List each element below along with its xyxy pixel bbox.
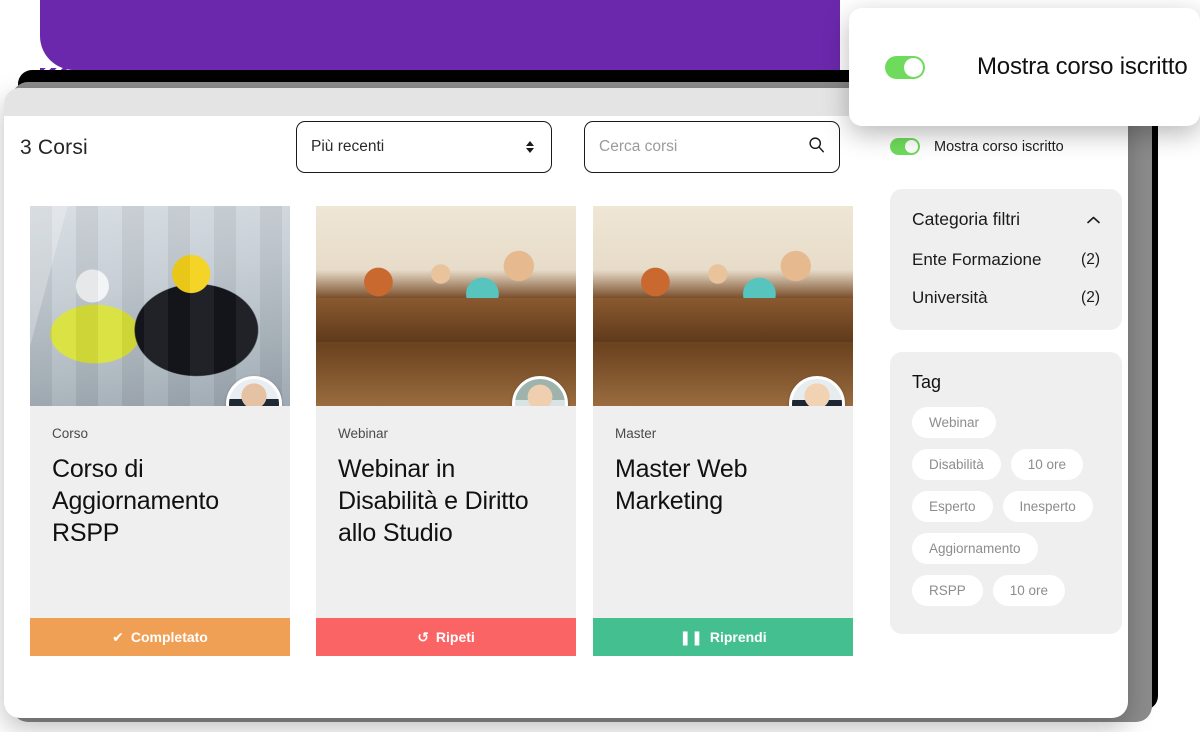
category-filters-title: Categoria filtri: [912, 209, 1020, 229]
search-icon[interactable]: [808, 136, 825, 158]
tag-chip[interactable]: Inesperto: [1002, 491, 1093, 522]
filter-item-label: Università: [912, 288, 988, 307]
course-card-body: Corso Corso di Aggiornamento RSPP: [30, 406, 290, 618]
search-box[interactable]: [584, 121, 840, 173]
screenshot-stage: 3 Corsi Più recenti Cerca corsi Corso Co…: [0, 0, 1200, 732]
chevron-up-icon[interactable]: [1087, 213, 1100, 226]
course-status-label: Ripeti: [435, 629, 475, 645]
course-card-media: [316, 206, 576, 406]
tag-chip[interactable]: 10 ore: [992, 575, 1066, 606]
tag-chip[interactable]: RSPP: [912, 575, 983, 606]
course-card-kicker: Webinar: [338, 426, 389, 441]
course-card[interactable]: Corso Corso di Aggiornamento RSPP ✔ Comp…: [30, 206, 290, 656]
course-status-button[interactable]: ↺ Ripeti: [316, 618, 576, 656]
course-status-label: Completato: [130, 629, 208, 645]
tag-chip[interactable]: Disabilità: [912, 449, 1001, 480]
sort-select[interactable]: Più recenti: [296, 121, 552, 173]
repeat-icon: ↺: [417, 629, 429, 645]
tag-row: Disabilità 10 ore: [912, 449, 1100, 480]
sort-select-wrapper: Più recenti: [296, 121, 552, 173]
course-card-kicker: Corso: [52, 426, 89, 441]
pause-icon: ❚❚: [679, 629, 703, 645]
enrolled-toggle[interactable]: [890, 138, 920, 155]
search-wrapper: [584, 121, 840, 173]
search-input[interactable]: [599, 138, 802, 156]
filters-sidebar: Mostra corso iscritto Categoria filtri E…: [864, 116, 1128, 634]
tag-row: Aggiornamento: [912, 533, 1100, 564]
course-card-body: Webinar Webinar in Disabilità e Diritto …: [316, 406, 576, 618]
enrolled-toggle-label: Mostra corso iscritto: [934, 138, 1064, 155]
filter-item-universita[interactable]: Università (2): [912, 288, 1100, 308]
tag-row: Esperto Inesperto: [912, 491, 1100, 522]
course-card-title: Webinar in Disabilità e Diritto allo Stu…: [338, 455, 529, 547]
filter-item-label: Ente Formazione: [912, 250, 1042, 269]
course-count-label: 3 Corsi: [20, 136, 88, 159]
course-card[interactable]: Master Master Web Marketing ❚❚ Riprendi: [593, 206, 853, 656]
select-arrows-icon: [526, 141, 534, 153]
tags-panel: Tag Webinar Disabilità 10 ore Esperto In…: [890, 352, 1122, 634]
tag-list: Webinar Disabilità 10 ore Esperto Inespe…: [912, 407, 1100, 606]
course-card-title: Master Web Marketing: [615, 455, 748, 515]
course-card-media: [593, 206, 853, 406]
category-filters-header[interactable]: Categoria filtri: [912, 209, 1100, 230]
app-window: 3 Corsi Più recenti Cerca corsi Corso Co…: [4, 88, 1128, 718]
check-icon: ✔: [112, 629, 124, 645]
course-status-button[interactable]: ✔ Completato: [30, 618, 290, 656]
tag-chip[interactable]: 10 ore: [1010, 449, 1084, 480]
course-status-label: Riprendi: [709, 629, 767, 645]
category-filters-panel: Categoria filtri Ente Formazione (2) Uni…: [890, 189, 1122, 330]
callout-enrolled-toggle[interactable]: [885, 55, 925, 79]
tag-chip[interactable]: Aggiornamento: [912, 533, 1038, 564]
toggle-knob: [905, 140, 918, 153]
purple-banner-decoration: [40, 0, 840, 70]
course-card-title: Corso di Aggiornamento RSPP: [52, 455, 219, 547]
callout-label: Mostra corso iscritto: [977, 53, 1188, 80]
tag-row: RSPP 10 ore: [912, 575, 1100, 606]
course-card-body: Master Master Web Marketing: [593, 406, 853, 618]
tag-chip[interactable]: Esperto: [912, 491, 993, 522]
course-card[interactable]: Webinar Webinar in Disabilità e Diritto …: [316, 206, 576, 656]
filter-item-ente-formazione[interactable]: Ente Formazione (2): [912, 250, 1100, 270]
purple-banner-notch: [720, 0, 840, 70]
course-card-kicker: Master: [615, 426, 657, 441]
sort-select-value: Più recenti: [311, 138, 385, 155]
enrolled-toggle-callout: Mostra corso iscritto: [849, 8, 1200, 126]
tag-row: Webinar: [912, 407, 1100, 438]
filter-item-count: (2): [1081, 289, 1100, 306]
toggle-knob: [904, 57, 923, 77]
course-card-media: [30, 206, 290, 406]
tags-panel-title: Tag: [912, 372, 942, 392]
tag-chip[interactable]: Webinar: [912, 407, 997, 438]
course-status-button[interactable]: ❚❚ Riprendi: [593, 618, 853, 656]
filter-item-count: (2): [1081, 251, 1100, 268]
